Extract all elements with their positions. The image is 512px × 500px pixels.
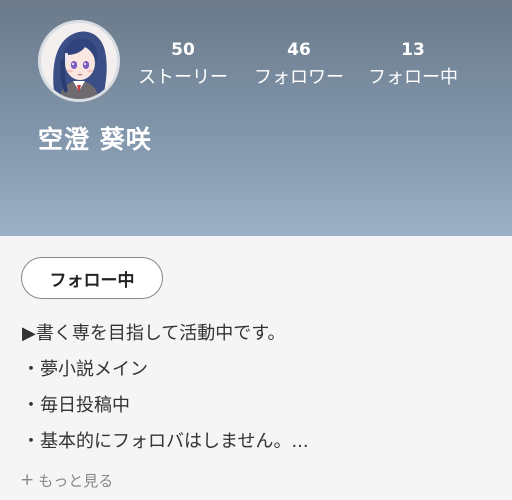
bio-line: ・夢小説メイン <box>22 359 148 380</box>
avatar-image <box>41 23 117 99</box>
stat-followers-count: 46 <box>287 40 311 60</box>
profile-bio: ▶書く専を目指して活動中です。 ・夢小説メイン ・毎日投稿中 ・基本的にフォロバ… <box>22 322 492 466</box>
stat-following-count: 13 <box>401 40 425 60</box>
profile-header: 50 ストーリー 46 フォロワー 13 フォロー中 空澄 葵咲 <box>0 0 512 236</box>
stat-stories-count: 50 <box>171 40 195 60</box>
show-more-link[interactable]: + もっと見る <box>20 470 113 491</box>
avatar[interactable] <box>38 20 120 102</box>
stat-followers-label: フォロワー <box>254 67 344 88</box>
profile-name: 空澄 葵咲 <box>38 125 152 154</box>
stat-stories-label: ストーリー <box>138 67 228 88</box>
bio-line: ・毎日投稿中 <box>22 395 130 416</box>
stat-stories[interactable]: 50 ストーリー <box>128 40 238 90</box>
plus-icon: + <box>20 470 35 490</box>
stat-followers[interactable]: 46 フォロワー <box>244 40 354 90</box>
following-button[interactable]: フォロー中 <box>21 257 163 299</box>
show-more-label: もっと見る <box>38 472 114 490</box>
bio-line: ▶書く専を目指して活動中です。 <box>22 323 286 344</box>
bio-line: ・基本的にフォロバはしません。... <box>22 431 309 452</box>
stat-following-label: フォロー中 <box>368 67 458 88</box>
profile-stats: 50 ストーリー 46 フォロワー 13 フォロー中 <box>128 40 488 90</box>
profile-content: フォロー中 ▶書く専を目指して活動中です。 ・夢小説メイン ・毎日投稿中 ・基本… <box>0 236 512 500</box>
stat-following[interactable]: 13 フォロー中 <box>358 40 468 90</box>
